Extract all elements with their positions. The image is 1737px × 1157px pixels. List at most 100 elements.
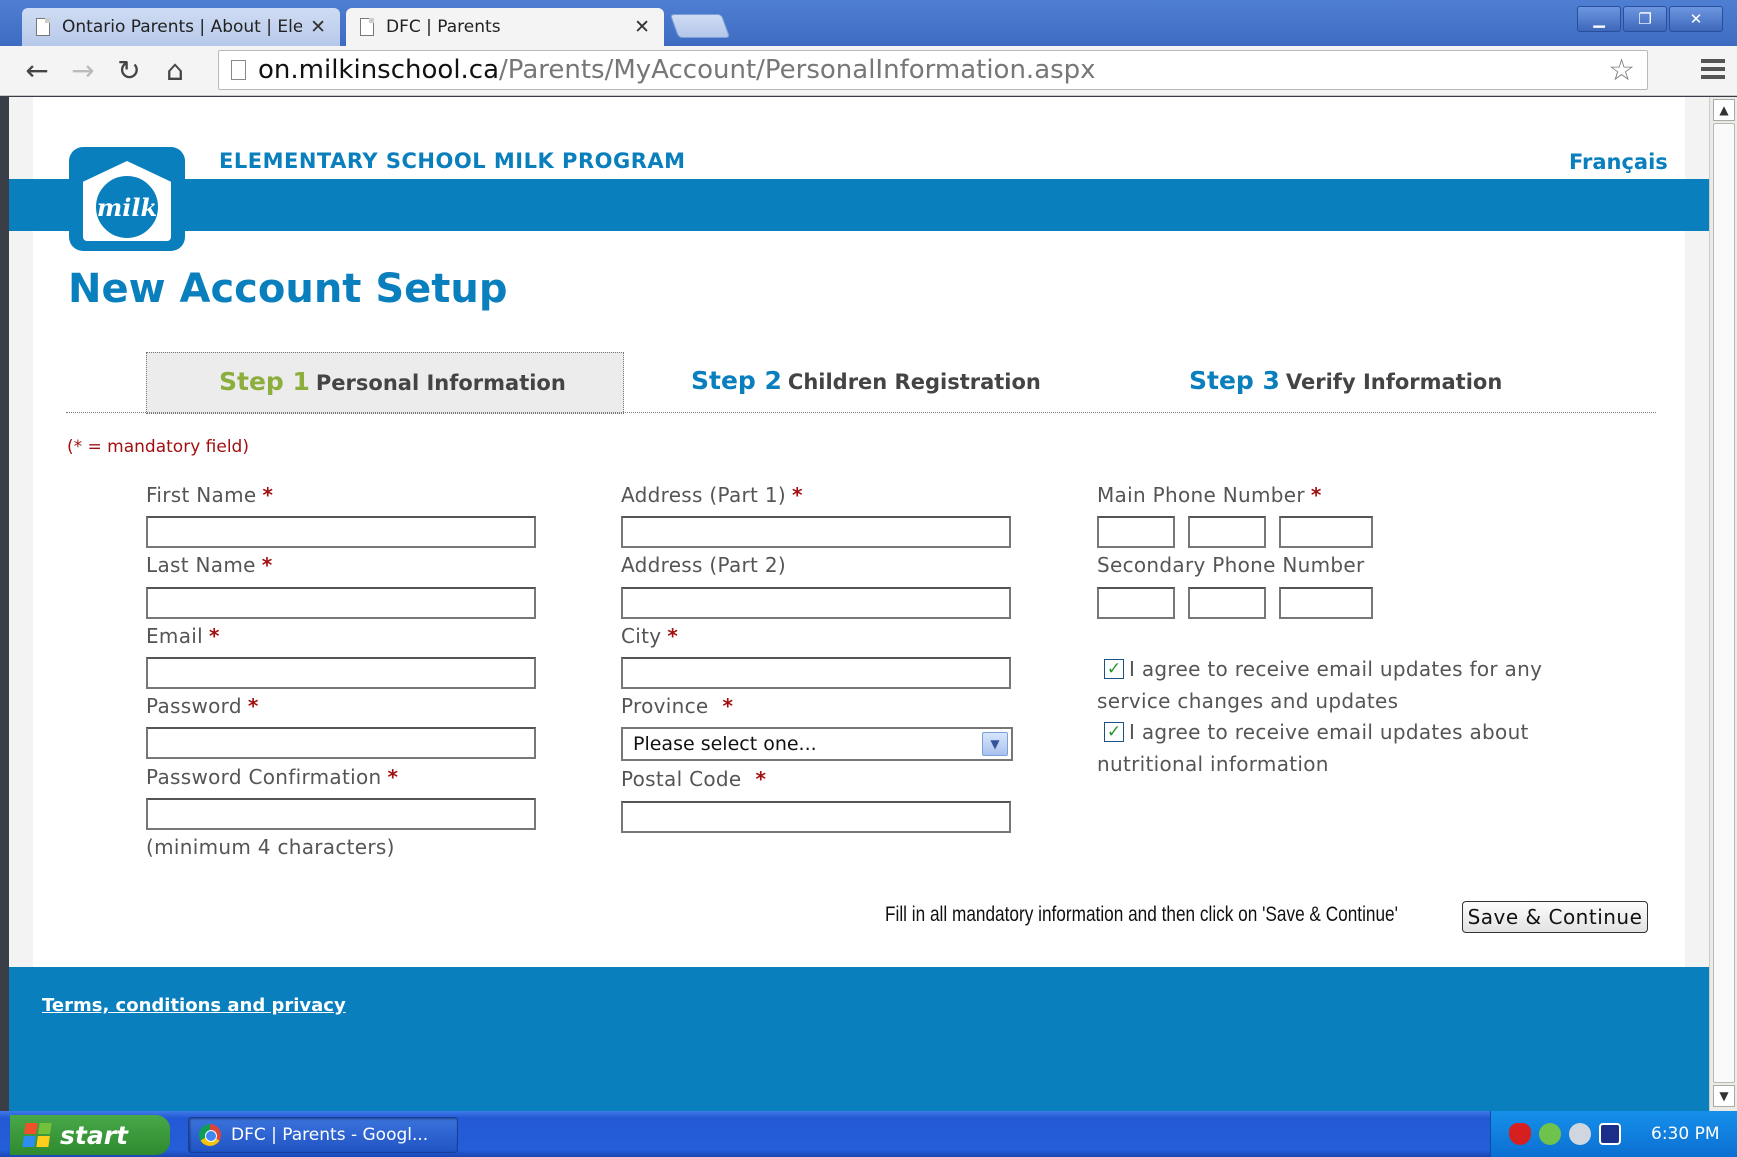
tab-dfc-parents[interactable]: DFC | Parents ✕ [346, 8, 664, 46]
close-icon[interactable]: ✕ [634, 16, 650, 38]
steps-divider [66, 412, 1656, 413]
province-select[interactable]: Please select one... ▼ [621, 727, 1013, 761]
terms-link[interactable]: Terms, conditions and privacy [42, 995, 346, 1016]
agree-nutrition-updates-text: nutritional information [1097, 752, 1329, 776]
back-icon[interactable]: ← [14, 51, 60, 91]
network-icon[interactable] [1539, 1123, 1561, 1145]
reload-icon[interactable]: ↻ [106, 51, 152, 91]
tab-title: Ontario Parents | About | Ele [62, 17, 303, 37]
page-icon [36, 18, 50, 36]
required-mark: * [1310, 483, 1322, 507]
secondary-phone-area-code-input[interactable] [1097, 587, 1175, 619]
footer: Terms, conditions and privacy [9, 967, 1709, 1111]
new-tab-button[interactable] [669, 14, 731, 38]
window-controls: ▁ ❐ ✕ [1577, 6, 1723, 32]
scroll-up-icon[interactable]: ▲ [1713, 99, 1735, 121]
secondary-phone-line-input[interactable] [1279, 587, 1373, 619]
required-mark: * [722, 694, 734, 718]
language-link[interactable]: Français [1569, 150, 1668, 174]
media-player-icon[interactable] [1599, 1123, 1621, 1145]
scrollbar-thumb[interactable] [1713, 123, 1735, 1083]
main-phone-prefix-input[interactable] [1188, 516, 1266, 548]
close-icon[interactable]: ✕ [310, 16, 326, 38]
required-mark: * [262, 483, 274, 507]
agree-service-updates-checkbox[interactable]: ✓ [1104, 659, 1124, 679]
taskbar-item-chrome[interactable]: DFC | Parents - Googl... [188, 1117, 458, 1153]
agree-nutrition-updates-text: I agree to receive email updates about [1129, 720, 1529, 744]
page-icon [231, 60, 246, 80]
program-title: ELEMENTARY SCHOOL MILK PROGRAM [219, 149, 686, 173]
vertical-scrollbar[interactable]: ▲ ▼ [1709, 97, 1737, 1111]
first-name-input[interactable] [146, 516, 536, 548]
agree-nutrition-updates-checkbox[interactable]: ✓ [1104, 722, 1124, 742]
step-label: Verify Information [1285, 370, 1503, 394]
label-text: Postal Code [621, 767, 742, 791]
step-number: Step 2 [691, 366, 782, 395]
label-text: Password Confirmation [146, 765, 382, 789]
step-1: Step 1 Personal Information [219, 367, 566, 396]
password-confirmation-input[interactable] [146, 798, 536, 830]
password-confirmation-label: Password Confirmation * [146, 765, 398, 789]
password-input[interactable] [146, 727, 536, 759]
clock: 6:30 PM [1651, 1124, 1720, 1144]
windows-logo-icon [22, 1123, 52, 1147]
email-input[interactable] [146, 657, 536, 689]
header-band [9, 179, 1709, 231]
required-mark: * [387, 765, 399, 789]
required-mark: * [209, 624, 220, 648]
address-bar[interactable]: on.milkinschool.ca/Parents/MyAccount/Per… [218, 50, 1648, 90]
label-text: Province [621, 694, 709, 718]
tab-ontario-parents[interactable]: Ontario Parents | About | Ele ✕ [22, 8, 340, 46]
label-text: Last Name [146, 553, 256, 577]
start-button[interactable]: start [10, 1115, 170, 1155]
screen: Ontario Parents | About | Ele ✕ DFC | Pa… [0, 0, 1737, 1157]
agree-service-updates-text: I agree to receive email updates for any [1129, 657, 1543, 681]
page-icon [360, 18, 374, 36]
password-hint: (minimum 4 characters) [146, 835, 395, 859]
chevron-down-icon[interactable]: ▼ [982, 732, 1008, 756]
agree-service-updates-text: service changes and updates [1097, 689, 1399, 713]
secondary-phone-prefix-input[interactable] [1188, 587, 1266, 619]
home-icon[interactable]: ⌂ [152, 51, 198, 91]
step-number: Step 3 [1189, 366, 1280, 395]
volume-icon[interactable] [1569, 1123, 1591, 1145]
label-text: Password [146, 694, 242, 718]
restore-button[interactable]: ❐ [1623, 6, 1667, 32]
milk-logo[interactable]: milk [69, 147, 185, 251]
security-shield-icon[interactable] [1509, 1123, 1531, 1145]
save-instructions: Fill in all mandatory information and th… [885, 903, 1398, 926]
forward-icon[interactable]: → [60, 51, 106, 91]
city-input[interactable] [621, 657, 1011, 689]
page-viewport: milk ELEMENTARY SCHOOL MILK PROGRAM Fran… [9, 97, 1709, 1111]
address-part-1-label: Address (Part 1) * [621, 483, 803, 507]
minimize-button[interactable]: ▁ [1577, 6, 1621, 32]
province-selected-value: Please select one... [633, 733, 817, 755]
address-part-2-input[interactable] [621, 587, 1011, 619]
required-mark: * [755, 767, 767, 791]
address-part-1-input[interactable] [621, 516, 1011, 548]
label-text: Address (Part 1) [621, 483, 786, 507]
password-label: Password * [146, 694, 259, 718]
postal-code-label: Postal Code * [621, 767, 766, 791]
secondary-phone-label: Secondary Phone Number [1097, 553, 1365, 577]
step-2: Step 2 Children Registration [691, 366, 1041, 395]
postal-code-input[interactable] [621, 801, 1011, 833]
last-name-input[interactable] [146, 587, 536, 619]
city-label: City * [621, 624, 678, 648]
save-continue-button[interactable]: Save & Continue [1462, 901, 1648, 933]
main-phone-label: Main Phone Number * [1097, 483, 1322, 507]
url-host: on.milkinschool.ca [258, 55, 500, 85]
bookmark-star-icon[interactable]: ☆ [1608, 53, 1635, 88]
main-phone-line-input[interactable] [1279, 516, 1373, 548]
required-mark: * [791, 483, 803, 507]
scroll-down-icon[interactable]: ▼ [1713, 1085, 1735, 1107]
close-window-button[interactable]: ✕ [1669, 6, 1723, 32]
main-phone-area-code-input[interactable] [1097, 516, 1175, 548]
required-mark: * [261, 553, 273, 577]
address-part-2-label: Address (Part 2) [621, 553, 786, 577]
label-text: First Name [146, 483, 257, 507]
menu-icon[interactable] [1701, 56, 1725, 82]
required-mark: * [667, 624, 679, 648]
chrome-icon [199, 1124, 221, 1146]
province-label: Province * [621, 694, 733, 718]
